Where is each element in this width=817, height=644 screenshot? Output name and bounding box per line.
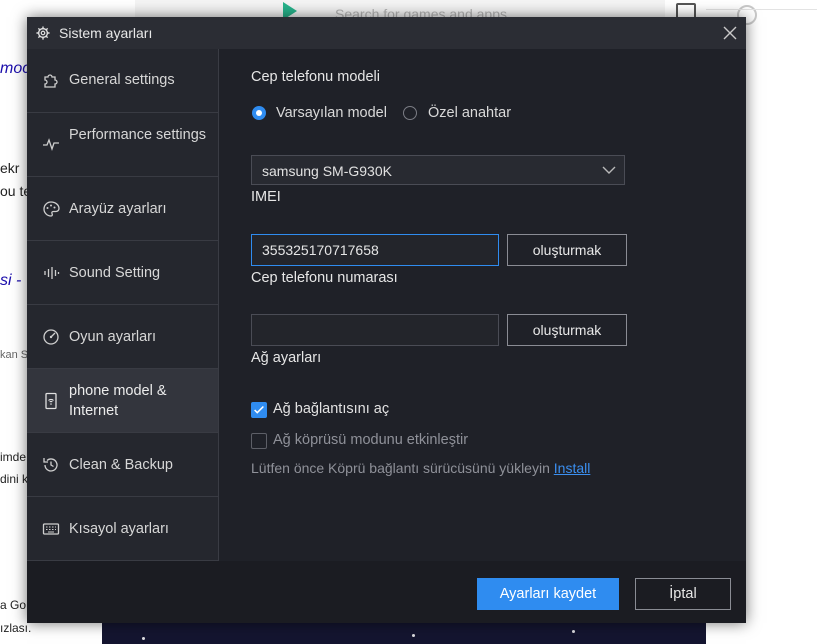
- background-text-snippet: ızlası.: [0, 621, 32, 635]
- phone-model-selected-value: samsung SM-G930K: [262, 163, 392, 179]
- custom-key-radio-label: Özel anahtar: [428, 105, 512, 121]
- background-link-snippet: moc: [0, 60, 31, 77]
- bridge-driver-hint: Lütfen önce Köprü bağlantı sürücüsünü yü…: [251, 460, 590, 476]
- check-icon: [254, 405, 264, 414]
- background-space-image: [102, 622, 706, 644]
- background-text-snippet: a Go: [0, 598, 27, 612]
- close-icon[interactable]: [722, 25, 738, 41]
- sidebar-item-label: phone model & Internet: [69, 383, 167, 419]
- install-link[interactable]: Install: [554, 460, 591, 476]
- sound-icon: [44, 267, 60, 279]
- bridge-mode-checkbox[interactable]: [251, 433, 267, 449]
- star-decoration: [412, 634, 415, 637]
- network-section-title: Ağ ayarları: [251, 350, 322, 366]
- bridge-driver-hint-text: Lütfen önce Köprü bağlantı sürücüsünü yü…: [251, 460, 550, 476]
- sidebar-item-clean-backup[interactable]: Clean & Backup: [27, 433, 218, 497]
- sidebar-item-general-settings[interactable]: General settings: [27, 49, 218, 113]
- sidebar-item-label: Arayüz ayarları: [69, 201, 167, 217]
- default-model-radio-label: Varsayılan model: [276, 105, 387, 121]
- sidebar-item-label: Clean & Backup: [69, 457, 173, 473]
- puzzle-icon: [44, 74, 58, 88]
- generate-phone-number-button[interactable]: oluşturmak: [507, 314, 627, 346]
- system-settings-dialog: Sistem ayarları General settings Perform…: [27, 17, 746, 623]
- imei-label: IMEI: [251, 189, 281, 205]
- settings-sidebar: General settings Performance settings Ar…: [27, 49, 219, 561]
- background-text-snippet: dini k: [0, 472, 29, 486]
- sidebar-item-label: Performance settings: [69, 127, 207, 143]
- phone-model-section-title: Cep telefonu modeli: [251, 69, 380, 85]
- imei-input[interactable]: [251, 234, 499, 266]
- star-decoration: [142, 637, 145, 640]
- keyboard-icon: [42, 523, 60, 535]
- sidebar-item-performance-settings[interactable]: Performance settings: [27, 113, 218, 177]
- star-decoration: [572, 630, 575, 633]
- custom-key-radio[interactable]: [403, 106, 417, 120]
- dialog-footer: Ayarları kaydet İptal: [27, 561, 746, 623]
- sidebar-item-sound-setting[interactable]: Sound Setting: [27, 241, 218, 305]
- chevron-down-icon: [602, 166, 616, 174]
- bridge-mode-label: Ağ köprüsü modunu etkinleştir: [273, 432, 469, 448]
- sidebar-item-label: Oyun ayarları: [69, 329, 157, 345]
- open-network-label: Ağ bağlantısını aç: [273, 401, 390, 417]
- default-model-radio[interactable]: [252, 106, 266, 120]
- phone-wifi-icon: [45, 392, 57, 410]
- phone-number-input[interactable]: [251, 314, 499, 346]
- phone-number-label: Cep telefonu numarası: [251, 270, 398, 286]
- gamepad-icon: [43, 329, 59, 345]
- generate-imei-button[interactable]: oluşturmak: [507, 234, 627, 266]
- phone-model-select[interactable]: samsung SM-G930K: [251, 155, 625, 185]
- dialog-title: Sistem ayarları: [59, 25, 153, 41]
- sidebar-item-label: Sound Setting: [69, 265, 161, 281]
- cancel-button[interactable]: İptal: [635, 578, 731, 610]
- dialog-title-bar: Sistem ayarları: [27, 17, 746, 49]
- background-divider: [706, 9, 817, 10]
- background-text-snippet: imde: [0, 450, 27, 464]
- pulse-icon: [43, 138, 59, 152]
- history-icon: [43, 458, 58, 472]
- background-link-snippet: si -: [0, 272, 22, 289]
- gear-icon: [36, 26, 50, 40]
- settings-content-panel: Cep telefonu modeli Varsayılan model Öze…: [219, 49, 746, 561]
- sidebar-item-shortcut-settings[interactable]: Kısayol ayarları: [27, 497, 218, 561]
- background-text-snippet: kan S: [0, 349, 29, 361]
- background-text-snippet: ekr: [0, 160, 20, 176]
- sidebar-item-interface-settings[interactable]: Arayüz ayarları: [27, 177, 218, 241]
- sidebar-item-label: Kısayol ayarları: [69, 521, 169, 537]
- palette-icon: [43, 201, 60, 217]
- sidebar-item-phone-model-internet[interactable]: phone model & Internet: [27, 369, 218, 433]
- sidebar-item-label: General settings: [69, 72, 175, 88]
- save-settings-button[interactable]: Ayarları kaydet: [477, 578, 619, 610]
- open-network-checkbox[interactable]: [251, 402, 267, 418]
- sidebar-item-game-settings[interactable]: Oyun ayarları: [27, 305, 218, 369]
